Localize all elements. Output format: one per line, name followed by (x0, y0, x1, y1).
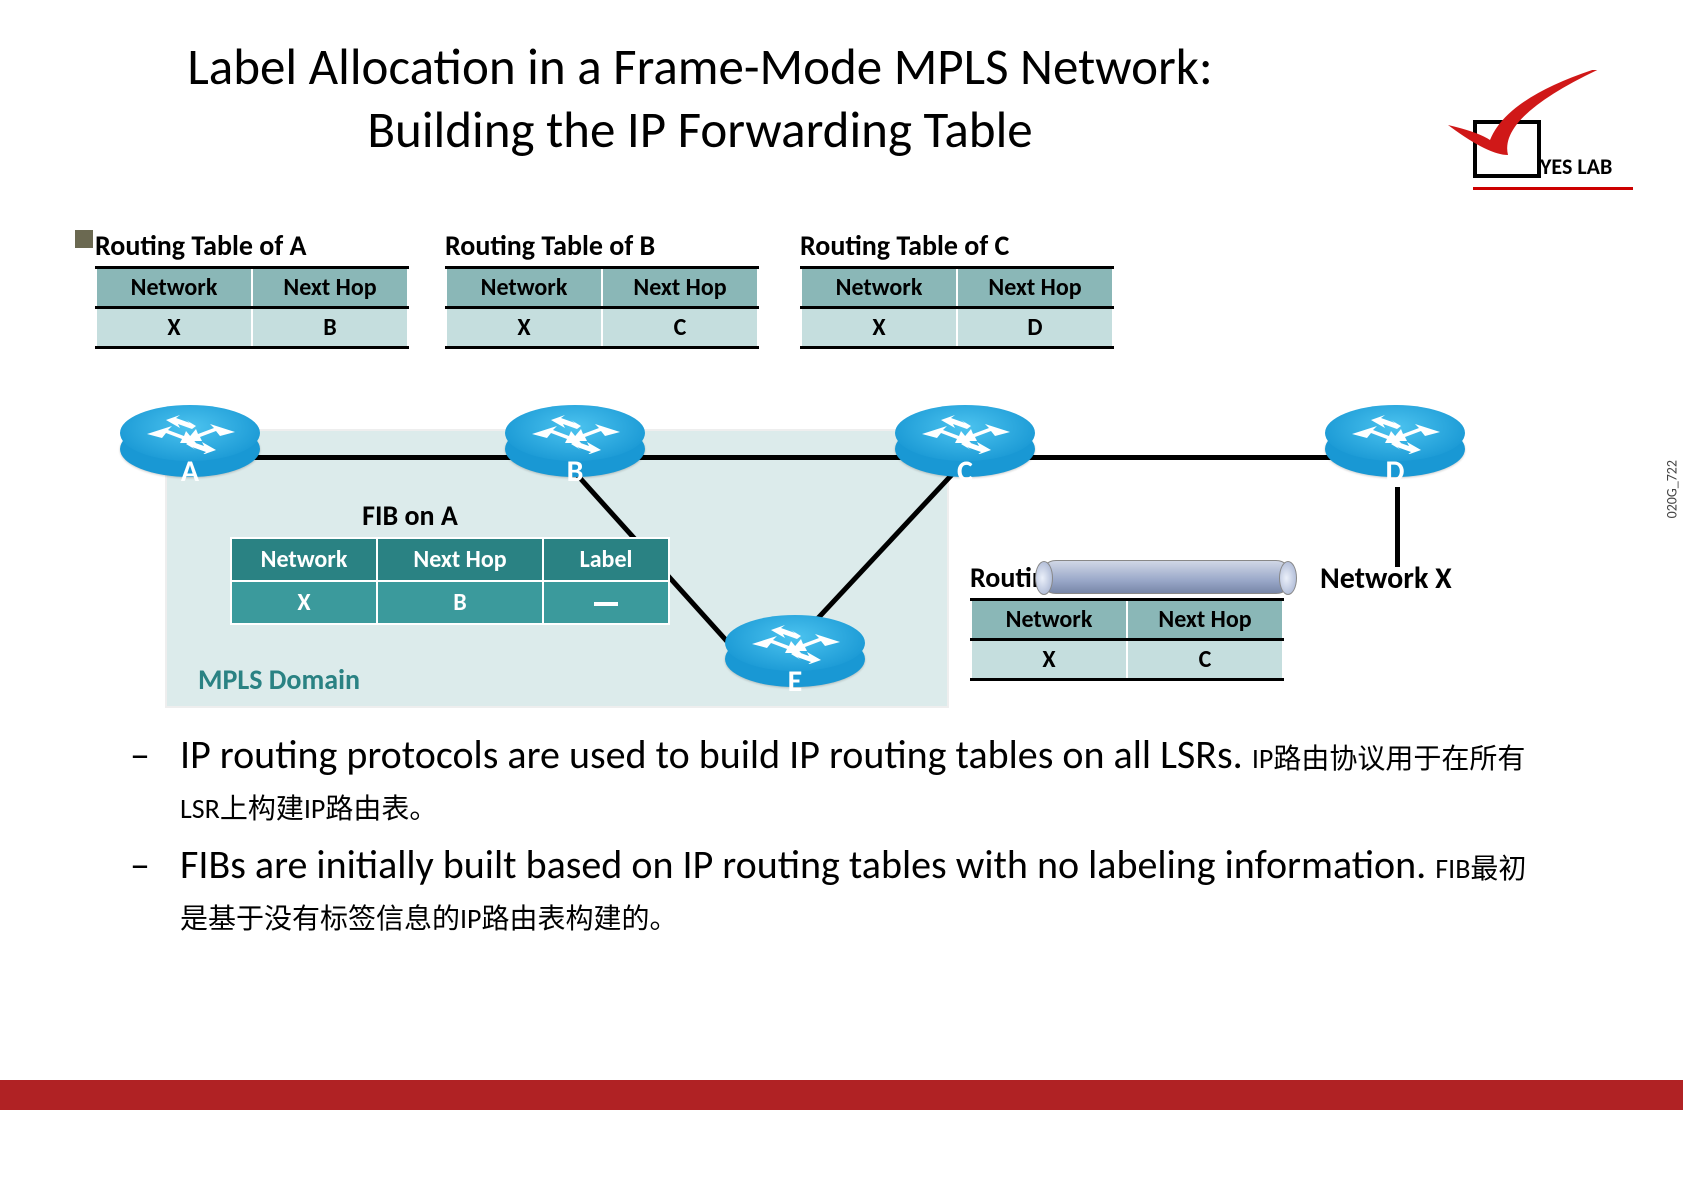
bullet-2-en: FIBs are initially built based on IP rou… (180, 840, 1426, 889)
rt-c-network: X (801, 308, 957, 348)
header-network: Network (971, 600, 1127, 640)
header-network: Network (446, 268, 602, 308)
router-arrows-icon (747, 622, 845, 664)
router-b-label: B (505, 453, 645, 490)
logo: YES LAB (1418, 70, 1638, 190)
bullet-square-icon (75, 230, 93, 248)
router-arrows-icon (527, 412, 625, 454)
logo-text: YES LAB (1540, 153, 1612, 180)
rt-b-nexthop: C (602, 308, 758, 348)
router-e: E (725, 615, 865, 685)
dash-icon (594, 602, 618, 606)
router-arrows-icon (1347, 412, 1445, 454)
router-d: D (1325, 405, 1465, 475)
figure-code: 020G_722 (1663, 460, 1680, 518)
dash-bullet-icon: – (130, 730, 150, 780)
router-a: A (120, 405, 260, 475)
fib-table: Network Next Hop Label X B (230, 537, 670, 625)
fib-header-network: Network (231, 538, 377, 581)
router-a-label: A (120, 453, 260, 490)
rt-a-title: Routing Table of A (95, 228, 409, 263)
bullet-1: – IP routing protocols are used to build… (130, 730, 1530, 830)
network-x-label: Network X (1320, 560, 1452, 597)
mpls-domain-label: MPLS Domain (198, 662, 360, 697)
rt-a-network: X (96, 308, 252, 348)
fib-title: FIB on A (230, 498, 590, 533)
network-pipe-icon (1040, 560, 1292, 594)
rt-e-nexthop: C (1127, 640, 1283, 680)
header-network: Network (96, 268, 252, 308)
header-nexthop: Next Hop (252, 268, 408, 308)
rt-b-title: Routing Table of B (445, 228, 759, 263)
rt-e-table: NetworkNext Hop XC (970, 598, 1284, 681)
link-d-networkx (1395, 487, 1400, 567)
rt-e-network: X (971, 640, 1127, 680)
rt-b-table: NetworkNext Hop XC (445, 266, 759, 349)
rt-b-network: X (446, 308, 602, 348)
router-e-label: E (725, 663, 865, 700)
header-nexthop: Next Hop (602, 268, 758, 308)
fib-label (543, 581, 669, 624)
fib-nexthop: B (377, 581, 543, 624)
fib-header-label: Label (543, 538, 669, 581)
rt-a-nexthop: B (252, 308, 408, 348)
bullet-2: – FIBs are initially built based on IP r… (130, 840, 1530, 940)
title-line2: Building the IP Forwarding Table (367, 98, 1032, 161)
router-arrows-icon (142, 412, 240, 454)
header-network: Network (801, 268, 957, 308)
router-c: C (895, 405, 1035, 475)
footer-bar (0, 1080, 1683, 1110)
fib-on-a: FIB on A Network Next Hop Label X B (230, 498, 670, 625)
dash-bullet-icon: – (130, 840, 150, 890)
header-nexthop: Next Hop (1127, 600, 1283, 640)
bullet-1-en: IP routing protocols are used to build I… (180, 730, 1243, 779)
bullet-list: – IP routing protocols are used to build… (130, 730, 1530, 950)
checkmark-icon (1438, 70, 1618, 160)
logo-underline (1473, 187, 1633, 190)
header-nexthop: Next Hop (957, 268, 1113, 308)
routing-table-c: Routing Table of C NetworkNext Hop XD (800, 228, 1114, 349)
router-d-label: D (1325, 453, 1465, 490)
router-b: B (505, 405, 645, 475)
fib-header-nexthop: Next Hop (377, 538, 543, 581)
slide-title: Label Allocation in a Frame-Mode MPLS Ne… (0, 35, 1400, 161)
slide: Label Allocation in a Frame-Mode MPLS Ne… (0, 0, 1683, 1190)
fib-network: X (231, 581, 377, 624)
rt-c-title: Routing Table of C (800, 228, 1114, 263)
router-c-label: C (895, 453, 1035, 490)
router-arrows-icon (917, 412, 1015, 454)
routing-table-b: Routing Table of B NetworkNext Hop XC (445, 228, 759, 349)
title-line1: Label Allocation in a Frame-Mode MPLS Ne… (187, 35, 1212, 98)
routing-table-a: Routing Table of A NetworkNext Hop XB (95, 228, 409, 349)
rt-a-table: NetworkNext Hop XB (95, 266, 409, 349)
rt-c-nexthop: D (957, 308, 1113, 348)
rt-c-table: NetworkNext Hop XD (800, 266, 1114, 349)
